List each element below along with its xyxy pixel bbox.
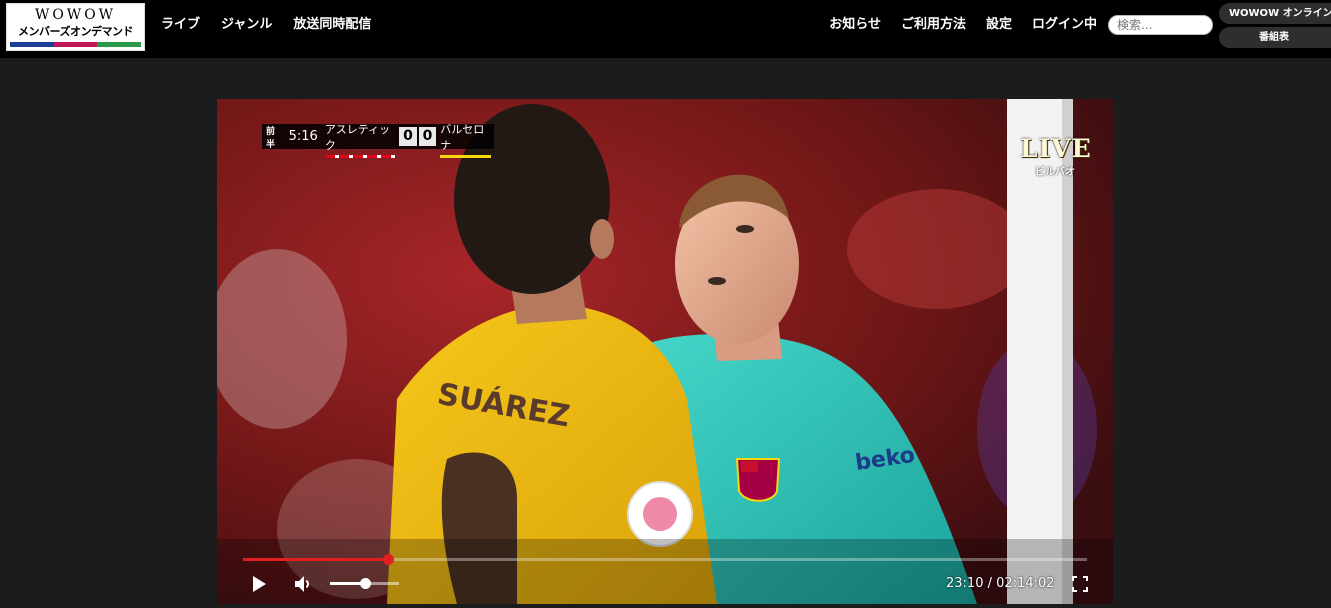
scoreboard-home-team: アスレティック: [322, 121, 398, 158]
time-separator: /: [983, 576, 997, 591]
video-player[interactable]: beko SUÁREZ 前半 5:16 アスレティック 0 0 バルセロナ LI…: [217, 99, 1113, 604]
live-location: ビルバオ: [1035, 167, 1075, 178]
program-guide-button[interactable]: 番組表: [1219, 27, 1331, 48]
utility-nav: お知らせ ご利用方法 設定 ログイン中: [829, 17, 1097, 33]
crowd-blur-3: [847, 189, 1027, 309]
current-time: 23:10: [946, 576, 984, 591]
main-nav: ライブ ジャンル 放送同時配信: [161, 17, 371, 33]
logo-stripe-green: [97, 42, 142, 47]
seek-bar[interactable]: [243, 554, 1087, 565]
video-frame: beko SUÁREZ: [217, 99, 1113, 604]
player-ear: [590, 219, 614, 259]
laliga-patch-inner: [643, 497, 677, 531]
search-input[interactable]: [1108, 15, 1213, 35]
logo-subtitle: メンバーズオンデマンド: [18, 25, 133, 38]
barcelona-crest-top: [741, 461, 758, 472]
logo-title: WOWOW: [34, 7, 117, 23]
volume-slider[interactable]: [330, 578, 399, 589]
scoreboard-home-score: 0: [399, 127, 417, 146]
play-icon[interactable]: [251, 575, 267, 593]
scoreboard: 前半 5:16 アスレティック 0 0 バルセロナ: [262, 123, 494, 158]
nav-how-to-use[interactable]: ご利用方法: [901, 17, 966, 33]
goalkeeper-eye-right: [736, 225, 754, 233]
top-header: WOWOW メンバーズオンデマンド ライブ ジャンル 放送同時配信 お知らせ ご…: [0, 0, 1331, 58]
scoreboard-half: 前半: [266, 126, 276, 150]
logo-stripe-blue: [10, 42, 54, 47]
nav-logged-in[interactable]: ログイン中: [1032, 17, 1097, 33]
logo-stripe-magenta: [53, 42, 98, 47]
seek-bar-played: [243, 558, 389, 561]
scoreboard-clock: 5:16: [288, 129, 318, 144]
nav-simulcast[interactable]: 放送同時配信: [293, 17, 371, 33]
nav-settings[interactable]: 設定: [986, 17, 1012, 33]
playback-time: 23:10 / 02:14:02: [946, 576, 1055, 591]
volume-icon[interactable]: [294, 575, 312, 593]
goalkeeper-eye-left: [708, 277, 726, 285]
live-badge: LIVE: [1020, 134, 1092, 163]
wowow-logo[interactable]: WOWOW メンバーズオンデマンド: [6, 3, 145, 51]
duration: 02:14:02: [996, 576, 1055, 591]
nav-genre[interactable]: ジャンル: [221, 17, 272, 33]
scoreboard-away-team: バルセロナ: [437, 121, 494, 158]
wowow-online-button[interactable]: WOWOW オンライン: [1219, 3, 1331, 24]
nav-news[interactable]: お知らせ: [829, 17, 881, 33]
controls-gradient: [217, 539, 1113, 604]
logo-stripes: [10, 42, 142, 47]
volume-handle[interactable]: [359, 578, 371, 589]
fullscreen-icon[interactable]: [1072, 576, 1088, 592]
scoreboard-away-score: 0: [418, 127, 437, 146]
nav-live[interactable]: ライブ: [161, 17, 200, 33]
